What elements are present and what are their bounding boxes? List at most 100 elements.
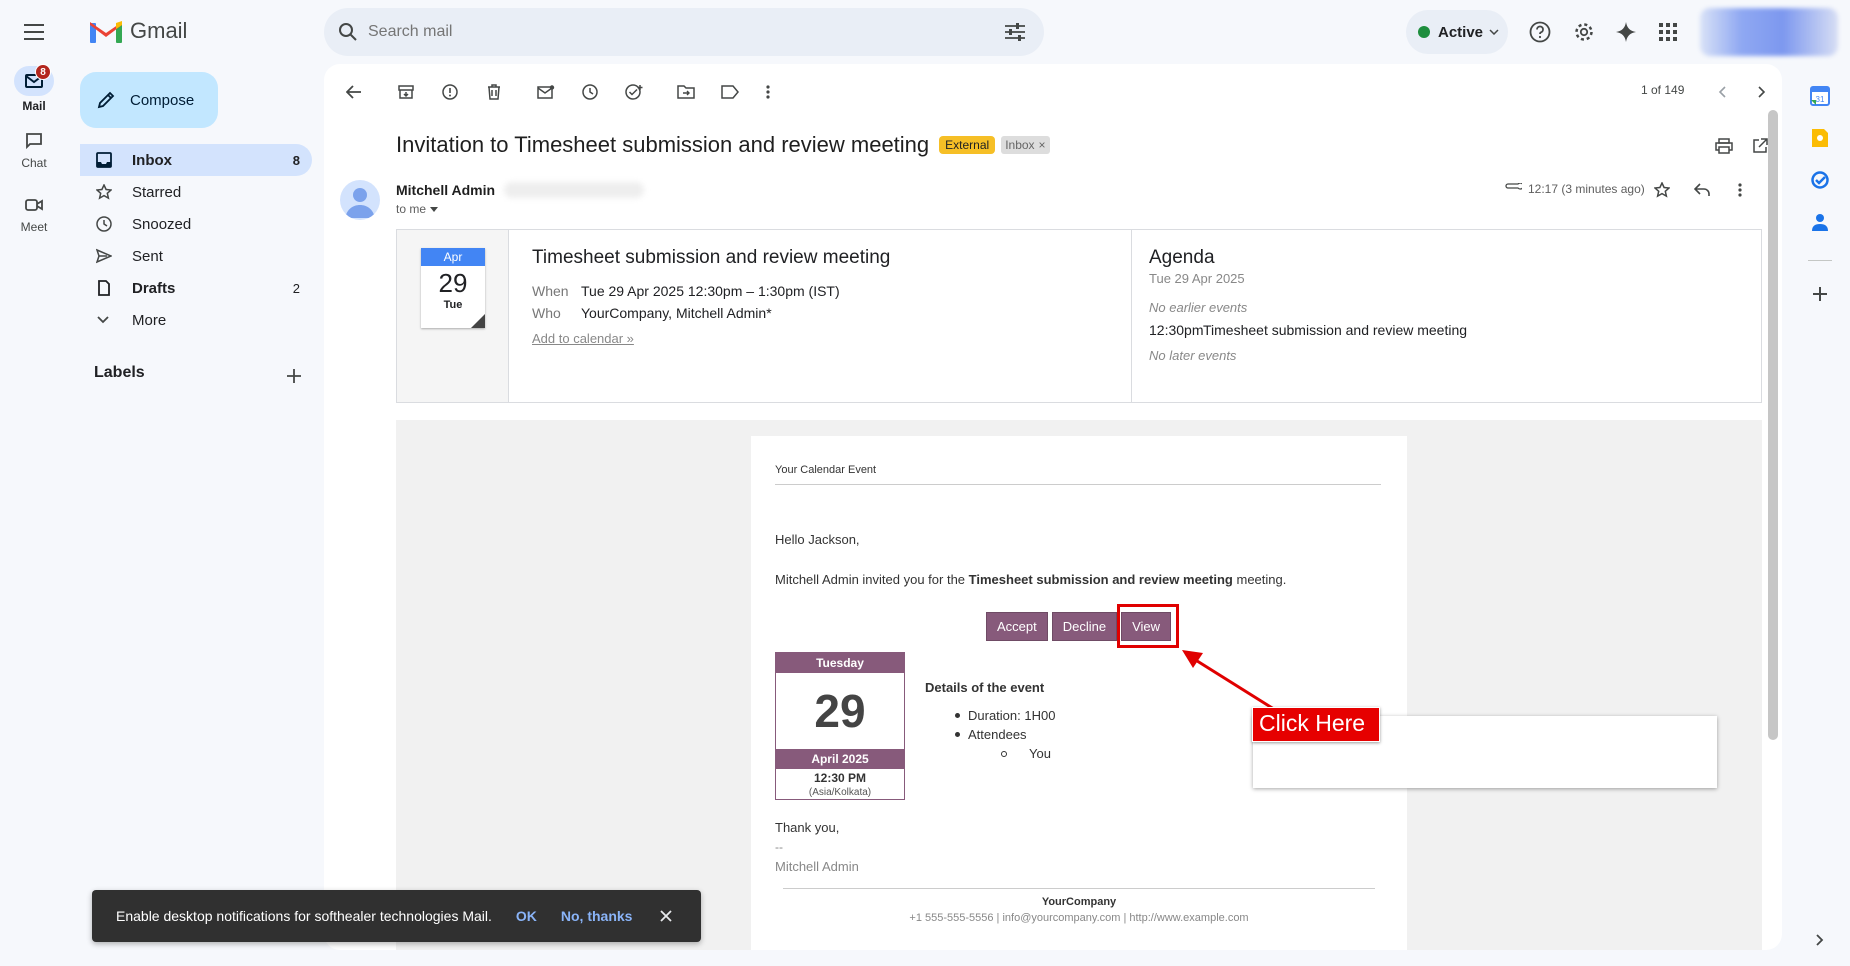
recipient-label: to me: [396, 202, 427, 216]
email-body: Your Calendar Event Hello Jackson, Mitch…: [396, 420, 1762, 950]
search-icon: [339, 23, 357, 41]
create-label-button[interactable]: [278, 360, 310, 392]
contacts-app-button[interactable]: [1802, 204, 1838, 240]
rail-meet[interactable]: Meet: [0, 190, 68, 234]
email-time: 12:17 (3 minutes ago): [1528, 182, 1645, 196]
sidebar-item-sent[interactable]: Sent: [80, 240, 312, 272]
label-tag-icon: [721, 85, 739, 99]
reply-icon: [1694, 183, 1710, 196]
recipient-dropdown[interactable]: to me: [396, 202, 439, 216]
add-to-calendar-link[interactable]: Add to calendar »: [532, 331, 634, 346]
more-vertical-icon: [766, 85, 770, 99]
chevron-right-icon: [1816, 934, 1824, 946]
rail-chat[interactable]: Chat: [0, 126, 68, 170]
sidebar-item-label: Drafts: [132, 279, 176, 297]
plus-icon: [1813, 287, 1827, 301]
gemini-button[interactable]: [1606, 12, 1646, 52]
chevron-down-icon: [1489, 29, 1499, 35]
sidebar-item-drafts[interactable]: Drafts 2: [80, 272, 312, 304]
event-date-tile: Tuesday 29 April 2025 12:30 PM (Asia/Kol…: [775, 652, 905, 800]
main-menu-button[interactable]: [14, 12, 54, 52]
chat-icon: [26, 133, 42, 150]
sender-name[interactable]: Mitchell Admin: [396, 182, 495, 198]
sender-avatar[interactable]: [340, 180, 380, 220]
sidebar-item-label: Inbox: [132, 151, 172, 169]
back-button[interactable]: [338, 76, 370, 108]
star-icon: [1654, 182, 1670, 198]
tasks-check-icon: [1811, 171, 1829, 189]
message-more-button[interactable]: [1724, 174, 1756, 206]
reply-button[interactable]: [1686, 174, 1718, 206]
body-signature: Mitchell Admin: [775, 859, 859, 874]
help-button[interactable]: [1520, 12, 1560, 52]
get-addons-button[interactable]: [1802, 276, 1838, 312]
rail-mail[interactable]: 8 Mail: [0, 64, 68, 113]
print-button[interactable]: [1708, 130, 1740, 162]
body-invite-line: Mitchell Admin invited you for the Times…: [775, 572, 1286, 587]
settings-button[interactable]: [1564, 12, 1604, 52]
sidebar-item-snoozed[interactable]: Snoozed: [80, 208, 312, 240]
star-button[interactable]: [1646, 174, 1678, 206]
compose-button[interactable]: Compose: [80, 72, 218, 128]
calendar-app-button[interactable]: 31: [1802, 78, 1838, 114]
account-switcher[interactable]: [1700, 8, 1838, 56]
compose-label: Compose: [130, 91, 195, 109]
add-to-tasks-button[interactable]: [618, 76, 650, 108]
sender-email-redacted: [504, 182, 644, 198]
duration-text: Duration: 1H00: [968, 708, 1056, 723]
rail-mail-label: Mail: [22, 99, 46, 113]
footer-rule: [783, 888, 1375, 889]
more-actions-button[interactable]: [752, 76, 784, 108]
delete-button[interactable]: [478, 76, 510, 108]
mail-badge: 8: [35, 64, 51, 80]
side-panel-divider: [1808, 260, 1832, 261]
invite-event-name: Timesheet submission and review meeting: [968, 572, 1233, 587]
tag-remove-icon[interactable]: ×: [1039, 138, 1046, 152]
keep-app-button[interactable]: [1802, 120, 1838, 156]
notification-no-thanks-button[interactable]: No, thanks: [561, 908, 633, 924]
search-bar[interactable]: [324, 8, 1044, 56]
snooze-button[interactable]: [574, 76, 606, 108]
help-icon: [1529, 21, 1551, 43]
apps-button[interactable]: [1648, 12, 1688, 52]
tag-inbox[interactable]: Inbox ×: [1001, 136, 1050, 154]
status-selector[interactable]: Active: [1406, 10, 1508, 54]
mail-unread-icon: [537, 85, 555, 99]
show-side-panel-button[interactable]: [1806, 926, 1834, 954]
gmail-m-icon: [90, 21, 122, 43]
search-input[interactable]: [368, 18, 968, 46]
message-view: 1 of 149 Invitation to Timesheet submiss…: [324, 64, 1782, 950]
inbox-icon: [96, 152, 112, 168]
older-button[interactable]: [1746, 76, 1778, 108]
report-spam-button[interactable]: [434, 76, 466, 108]
tag-external: External: [939, 136, 996, 154]
close-icon[interactable]: [660, 910, 673, 922]
invite-divider: [1131, 230, 1132, 402]
details-title: Details of the event: [925, 680, 1045, 695]
contacts-person-icon: [1812, 214, 1828, 231]
mark-unread-button[interactable]: [530, 76, 562, 108]
newer-button[interactable]: [1706, 76, 1738, 108]
label-button[interactable]: [714, 76, 746, 108]
sidebar-item-more[interactable]: More: [80, 304, 312, 336]
archive-button[interactable]: [390, 76, 422, 108]
detail-duration: Duration: 1H00: [955, 708, 1055, 723]
subject-row: Invitation to Timesheet submission and r…: [396, 132, 1050, 158]
caret-down-icon: [430, 206, 439, 212]
move-to-button[interactable]: [670, 76, 702, 108]
scrollbar-thumb[interactable]: [1768, 110, 1778, 740]
pagination-text: 1 of 149: [1641, 83, 1685, 97]
gmail-logo[interactable]: Gmail: [90, 18, 187, 44]
tasks-app-button[interactable]: [1802, 162, 1838, 198]
search-options-icon[interactable]: [1004, 22, 1026, 42]
trash-icon: [488, 84, 500, 100]
accept-button[interactable]: Accept: [986, 612, 1048, 641]
sidebar-item-starred[interactable]: Starred: [80, 176, 312, 208]
attendee-name: You: [1029, 746, 1051, 761]
agenda-no-later: No later events: [1149, 348, 1237, 363]
decline-button[interactable]: Decline: [1051, 612, 1118, 641]
footer-contact: +1 555-555-5556 | info@yourcompany.com |…: [909, 912, 1249, 924]
sidebar-item-inbox[interactable]: Inbox 8: [80, 144, 312, 176]
notification-ok-button[interactable]: OK: [516, 908, 537, 924]
agenda-event-title[interactable]: Timesheet submission and review meeting: [1203, 322, 1467, 338]
